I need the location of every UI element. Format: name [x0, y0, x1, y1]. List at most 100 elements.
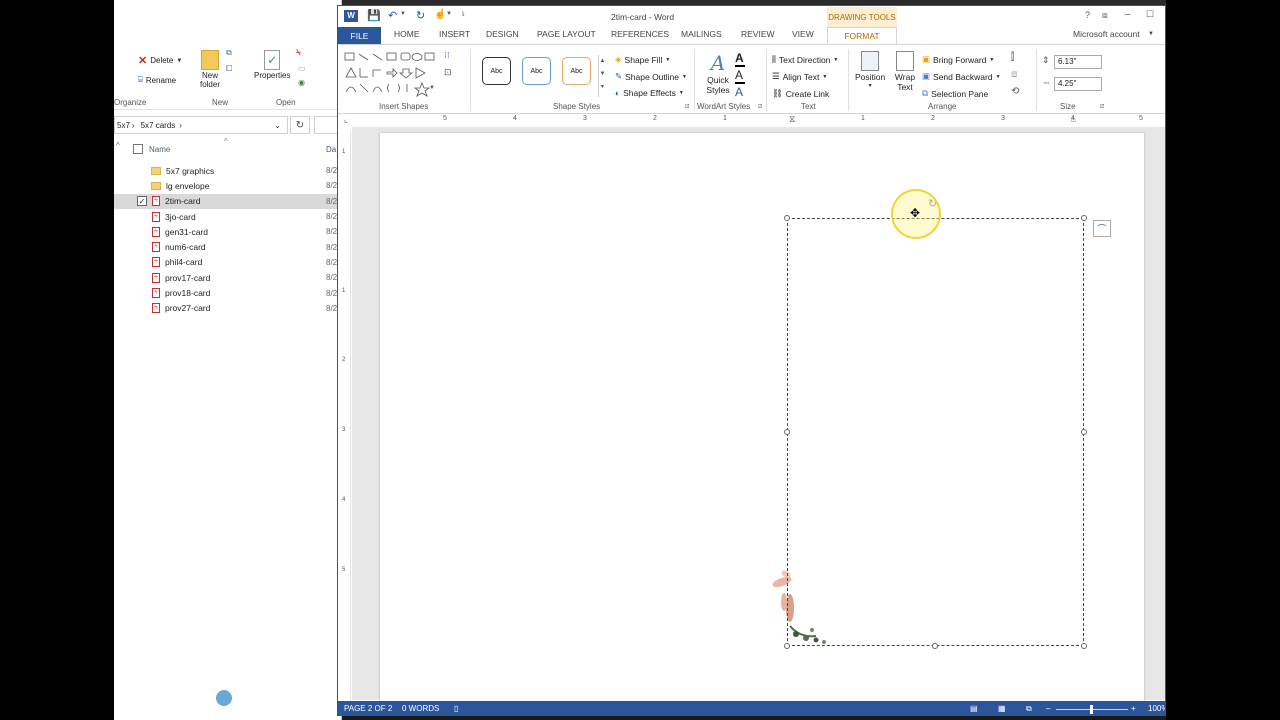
group-objects-icon[interactable]: ⧈ [1011, 69, 1017, 80]
ribbon-display-options-icon[interactable]: ⧈ [1102, 10, 1108, 21]
resize-handle-bottom-left[interactable] [784, 643, 790, 649]
maximize-icon[interactable]: ☐ [1146, 9, 1154, 20]
style-preset-orange[interactable]: Abc [562, 57, 591, 85]
vertical-ruler[interactable]: 1 1 2 3 4 5 [340, 131, 351, 701]
redo-icon[interactable]: ↻ [416, 9, 425, 22]
touch-dropdown-icon[interactable]: ▼ [446, 11, 452, 17]
quick-styles-button[interactable]: A Quick Styles [703, 51, 733, 95]
file-list-item[interactable]: ⍀ num6-card 8/2 [114, 239, 341, 254]
easy-access-button[interactable]: ⧠ [226, 64, 232, 74]
more-shapes-icon[interactable]: ▼ [429, 85, 435, 91]
draw-text-box-icon[interactable]: ⊡ [444, 67, 452, 78]
size-launcher-icon[interactable]: ⧄ [1100, 103, 1104, 111]
zoom-slider-thumb[interactable] [1090, 705, 1093, 714]
tab-home[interactable]: HOME [394, 29, 420, 39]
indent-marker-icon[interactable]: ⧖ [789, 114, 795, 125]
wrap-text-button[interactable]: Wrap Text [893, 51, 917, 92]
edit-shape-icon[interactable]: ⁝⁝ [444, 50, 450, 61]
zoom-out-icon[interactable]: – [1046, 704, 1050, 713]
properties-button[interactable]: ✓ Properties [254, 50, 290, 80]
file-list-item[interactable]: ⍀ prov17-card 8/2 [114, 270, 341, 285]
chevron-down-icon[interactable]: ⌄ [274, 121, 281, 130]
minimize-icon[interactable]: – [1125, 9, 1131, 20]
new-folder-button[interactable]: New folder [196, 50, 224, 89]
resize-handle-top-left[interactable] [784, 215, 790, 221]
undo-dropdown-icon[interactable]: ▼ [400, 11, 406, 17]
create-link-button[interactable]: ⛓ Create Link [772, 88, 829, 99]
file-list-item[interactable]: ⍀ 3jo-card 8/2 [114, 209, 341, 224]
align-text-button[interactable]: ☰ Align Text ▼ [772, 71, 827, 82]
style-preset-blue[interactable]: Abc [522, 57, 551, 85]
address-bar[interactable]: 5x7 › 5x7 cards › ⌄ [114, 116, 288, 134]
proofing-icon[interactable]: ▯ [454, 704, 458, 713]
delete-button[interactable]: ✕ Delete ▼ [138, 54, 182, 67]
tab-design[interactable]: DESIGN [486, 29, 519, 39]
edit-button[interactable]: ▭ [298, 64, 306, 73]
resize-handle-middle-right[interactable] [1081, 429, 1087, 435]
file-list-item[interactable]: ⍀ prov18-card 8/2 [114, 285, 341, 300]
send-backward-button[interactable]: ▣ Send Backward ▼ [922, 71, 1001, 82]
rename-button[interactable]: ⌸ Rename [138, 75, 176, 85]
text-outline-icon[interactable]: A [735, 68, 743, 82]
text-fill-icon[interactable]: A [735, 51, 744, 65]
web-layout-icon[interactable]: ⧉ [1026, 704, 1032, 714]
tab-view[interactable]: VIEW [792, 29, 814, 39]
chevron-up-icon[interactable]: ^ [116, 141, 120, 150]
resize-handle-bottom-center[interactable] [932, 643, 938, 649]
file-list-item[interactable]: ⍀ gen31-card 8/2 [114, 224, 341, 239]
history-button[interactable]: ◉ [298, 78, 305, 87]
item-checkbox[interactable]: ✓ [137, 196, 147, 207]
tab-mailings[interactable]: MAILINGS [681, 29, 722, 39]
tab-review[interactable]: REVIEW [741, 29, 775, 39]
refresh-button[interactable]: ↻ [290, 116, 310, 134]
selected-rectangle-shape[interactable] [787, 218, 1084, 646]
undo-icon[interactable]: ↶ [388, 9, 397, 22]
style-preset-black[interactable]: Abc [482, 57, 511, 85]
file-list-item[interactable]: lg envelope 8/2 [114, 178, 341, 193]
horizontal-ruler[interactable]: 5432112345 ⧖ ⌂ [378, 114, 1148, 126]
document-page[interactable]: ↻ ⌒ ✥ [380, 133, 1144, 703]
page-count[interactable]: PAGE 2 OF 2 [344, 704, 392, 713]
print-layout-icon[interactable]: ▦ [998, 704, 1006, 713]
shapes-gallery[interactable] [343, 50, 443, 98]
tab-format[interactable]: FORMAT [827, 27, 897, 44]
account-dropdown-icon[interactable]: ▼ [1148, 31, 1154, 37]
file-list-item[interactable]: ⍀ prov27-card 8/2 [114, 301, 341, 316]
shape-fill-button[interactable]: ◈ Shape Fill ▼ [615, 54, 670, 65]
file-list-item[interactable]: 5x7 graphics 8/2 [114, 163, 341, 178]
shape-outline-button[interactable]: ✎ Shape Outline ▼ [615, 71, 687, 82]
selection-pane-button[interactable]: ⧉ Selection Pane [922, 88, 988, 99]
style-gallery-scroll[interactable]: ▲ ▼ ▾ [598, 55, 606, 97]
layout-options-icon[interactable]: ⌒ [1093, 220, 1111, 237]
touch-mode-icon[interactable]: ☝ [434, 9, 446, 20]
tab-file[interactable]: FILE [338, 27, 381, 44]
right-indent-icon[interactable]: ⌂ [1071, 115, 1076, 124]
position-button[interactable]: Position ▼ [855, 51, 885, 89]
shape-styles-launcher-icon[interactable]: ⧄ [685, 103, 689, 111]
read-mode-icon[interactable]: ▤ [970, 704, 978, 713]
bring-forward-button[interactable]: ▣ Bring Forward ▼ [922, 54, 994, 65]
help-icon[interactable]: ? [1085, 10, 1090, 20]
align-objects-icon[interactable]: ⫿ [1011, 52, 1014, 63]
customize-qat-icon[interactable]: ⇂ [460, 10, 466, 18]
word-count[interactable]: 0 WORDS [402, 704, 439, 713]
save-icon[interactable]: 💾 [367, 9, 381, 22]
text-effects-icon[interactable]: A [735, 85, 743, 99]
zoom-in-icon[interactable]: + [1131, 704, 1136, 713]
open-pdf-button[interactable]: ⍀ [296, 48, 301, 58]
rotate-objects-icon[interactable]: ⟲ [1011, 86, 1019, 97]
wordart-launcher-icon[interactable]: ⧄ [758, 103, 762, 111]
resize-handle-middle-left[interactable] [784, 429, 790, 435]
zoom-level[interactable]: 100% [1148, 704, 1165, 713]
shape-effects-button[interactable]: ◐ Shape Effects ▼ [615, 88, 684, 98]
file-list-item[interactable]: ✓ ⍀ 2tim-card 8/2 [114, 193, 341, 209]
word-logo-icon[interactable]: W [344, 10, 358, 22]
tab-selector-icon[interactable]: ⌞ [344, 115, 348, 124]
shape-height-input[interactable]: 6.13" [1054, 55, 1102, 69]
date-column-header[interactable]: Da [326, 145, 336, 154]
file-list-item[interactable]: ⍀ phil4-card 8/2 [114, 255, 341, 270]
breadcrumb-5x7-cards[interactable]: 5x7 cards [141, 121, 176, 130]
shape-width-input[interactable]: 4.25" [1054, 77, 1102, 91]
resize-handle-top-right[interactable] [1081, 215, 1087, 221]
tab-references[interactable]: REFERENCES [611, 29, 669, 39]
